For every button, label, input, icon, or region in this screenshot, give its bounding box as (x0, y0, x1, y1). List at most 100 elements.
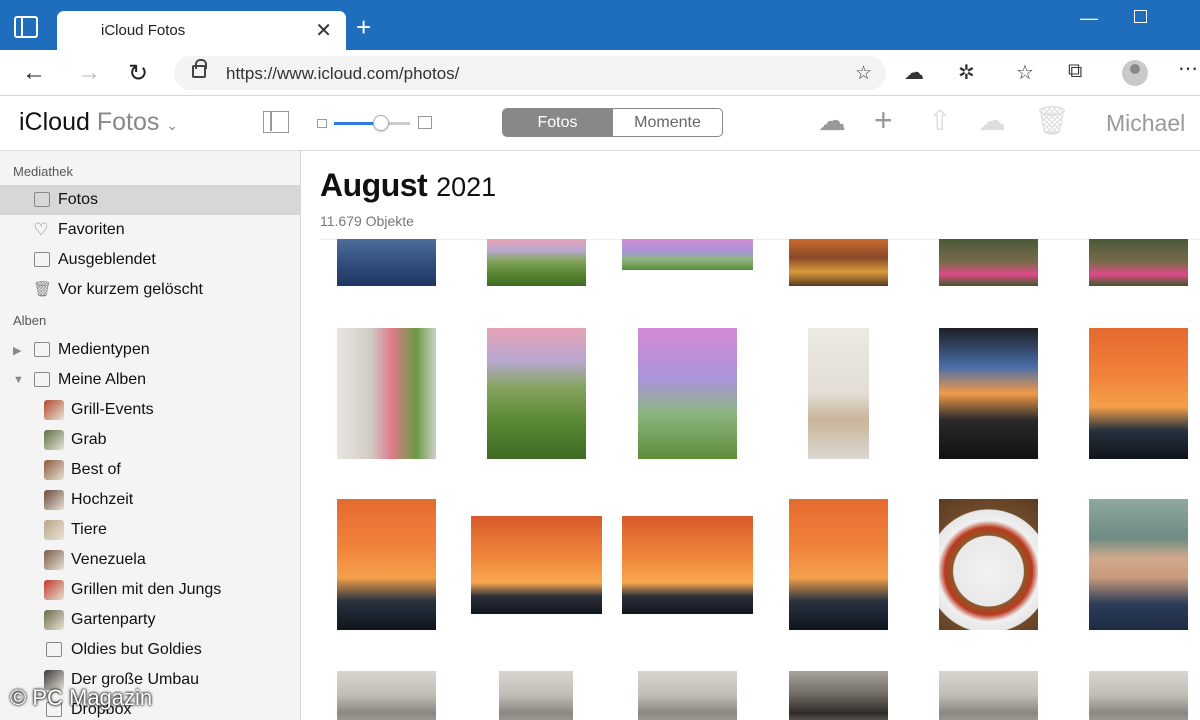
maximize-icon[interactable] (1134, 10, 1147, 23)
sidebar-item-favoriten[interactable]: ♡ Favoriten (0, 215, 300, 245)
photo-thumbnail[interactable] (622, 516, 753, 614)
sidebar-item-geloescht[interactable]: 🗑 Vor kurzem gelöscht (0, 275, 300, 305)
zoom-slider[interactable] (334, 115, 410, 131)
folder-icon (34, 372, 50, 387)
cloud-extension-icon[interactable]: ☁ (904, 60, 924, 85)
album-thumbnail (44, 400, 64, 420)
sidebar-item-label: Gartenparty (71, 611, 156, 628)
sidebar-item-album[interactable]: Gartenparty (0, 605, 300, 635)
heart-icon: ♡ (33, 220, 49, 239)
sidebar-item-label: Grillen mit den Jungs (71, 581, 222, 598)
add-favorite-icon[interactable]: ☆ (855, 62, 872, 85)
add-icon[interactable]: + (874, 102, 893, 139)
new-tab-icon[interactable]: + (356, 12, 371, 43)
url-field[interactable]: https://www.icloud.com/photos/ ☆ (174, 56, 886, 90)
sidebar-toggle-icon[interactable] (263, 111, 289, 133)
browser-tab-bar: iCloud Fotos ✕ + — (0, 0, 1200, 50)
disclosure-down-icon[interactable]: ▼ (13, 374, 24, 386)
tab-close-icon[interactable]: ✕ (315, 18, 332, 43)
month-name: August (320, 167, 428, 203)
sidebar-item-label: Fotos (58, 191, 99, 208)
segment-fotos[interactable]: Fotos (503, 109, 612, 136)
zoom-out-icon[interactable] (317, 119, 327, 128)
zoom-in-icon[interactable] (418, 116, 432, 129)
sidebar-item-medientypen[interactable]: ▶ Medientypen (0, 335, 300, 365)
photo-thumbnail[interactable] (939, 671, 1038, 720)
delete-icon[interactable]: 🗑 (1034, 104, 1070, 137)
sidebar-item-label: Meine Alben (58, 371, 147, 388)
tab-actions-icon[interactable] (14, 16, 38, 38)
album-thumbnail (44, 460, 64, 480)
photo-thumbnail[interactable] (1089, 239, 1188, 286)
photo-thumbnail[interactable] (638, 328, 737, 459)
photo-thumbnail[interactable] (789, 499, 888, 630)
photo-thumbnail[interactable] (939, 499, 1038, 630)
photo-thumbnail[interactable] (337, 328, 436, 459)
share-icon[interactable]: ⇧ (928, 104, 951, 137)
photo-thumbnail[interactable] (1089, 328, 1188, 459)
section-mediathek: Mediathek (13, 164, 73, 179)
sidebar-item-label: Vor kurzem gelöscht (58, 281, 203, 298)
sidebar-item-album[interactable]: Best of (0, 455, 300, 485)
sidebar-item-label: Venezuela (71, 551, 146, 568)
sidebar-item-album[interactable]: Grillen mit den Jungs (0, 575, 300, 605)
zoom-slider-knob[interactable] (373, 115, 390, 131)
sidebar: Mediathek Fotos ♡ Favoriten Ausgeblendet… (0, 151, 301, 720)
reload-icon[interactable]: ↻ (128, 59, 148, 88)
more-icon[interactable]: ⋯ (1178, 56, 1198, 81)
lock-icon[interactable] (192, 59, 207, 78)
album-thumbnail (44, 520, 64, 540)
photo-thumbnail[interactable] (337, 671, 436, 720)
app-title-sub: Fotos (96, 108, 160, 136)
sidebar-item-label: Oldies but Goldies (71, 641, 202, 658)
album-thumbnail (44, 610, 64, 630)
collections-icon[interactable]: ⧉ (1068, 60, 1082, 83)
photo-thumbnail[interactable] (337, 499, 436, 630)
album-icon (46, 642, 62, 657)
photo-thumbnail[interactable] (487, 239, 586, 286)
album-thumbnail (44, 490, 64, 510)
sidebar-item-album[interactable]: Tiere (0, 515, 300, 545)
photo-thumbnail[interactable] (808, 328, 869, 459)
segment-momente[interactable]: Momente (612, 109, 722, 136)
sidebar-item-meine-alben[interactable]: ▼ Meine Alben (0, 365, 300, 395)
photo-thumbnail[interactable] (939, 328, 1038, 459)
watermark: © PC Magazin (10, 685, 153, 710)
photo-thumbnail[interactable] (1089, 671, 1188, 720)
sidebar-item-album[interactable]: Oldies but Goldies (0, 635, 300, 665)
sidebar-item-album[interactable]: Hochzeit (0, 485, 300, 515)
photo-thumbnail[interactable] (1089, 499, 1188, 630)
photo-library: August 2021 11.679 Objekte (302, 151, 1200, 720)
photo-thumbnail[interactable] (789, 671, 888, 720)
photos-icon (34, 192, 50, 207)
photo-thumbnail[interactable] (789, 239, 888, 286)
download-icon[interactable]: ☁ (978, 104, 1006, 137)
photo-thumbnail[interactable] (499, 671, 573, 720)
disclosure-right-icon[interactable]: ▶ (13, 344, 21, 357)
browser-tab-active[interactable]: iCloud Fotos ✕ (57, 11, 346, 50)
back-icon[interactable]: ← (22, 59, 46, 87)
photo-thumbnail[interactable] (638, 671, 737, 720)
photo-thumbnail[interactable] (337, 239, 436, 286)
forward-icon[interactable]: → (77, 59, 101, 87)
photo-thumbnail[interactable] (487, 328, 586, 459)
profile-avatar[interactable] (1122, 60, 1148, 86)
favorites-icon[interactable]: ☆ (1016, 60, 1034, 85)
sidebar-item-ausgeblendet[interactable]: Ausgeblendet (0, 245, 300, 275)
sidebar-item-album[interactable]: Grab (0, 425, 300, 455)
minimize-icon[interactable]: — (1080, 8, 1098, 29)
sidebar-item-fotos[interactable]: Fotos (0, 185, 300, 215)
app-title[interactable]: iCloud Fotos ⌄ (19, 108, 178, 137)
section-alben: Alben (13, 313, 47, 328)
divider (320, 239, 1200, 240)
photo-thumbnail[interactable] (622, 239, 753, 270)
item-count: 11.679 Objekte (320, 213, 414, 229)
extensions-icon[interactable]: ✲ (958, 60, 975, 85)
album-thumbnail (44, 580, 64, 600)
sidebar-item-label: Favoriten (58, 221, 125, 238)
sidebar-item-album[interactable]: Grill-Events (0, 395, 300, 425)
sidebar-item-album[interactable]: Venezuela (0, 545, 300, 575)
photo-thumbnail[interactable] (471, 516, 602, 614)
photo-thumbnail[interactable] (939, 239, 1038, 286)
upload-icon[interactable]: ☁ (818, 104, 846, 137)
